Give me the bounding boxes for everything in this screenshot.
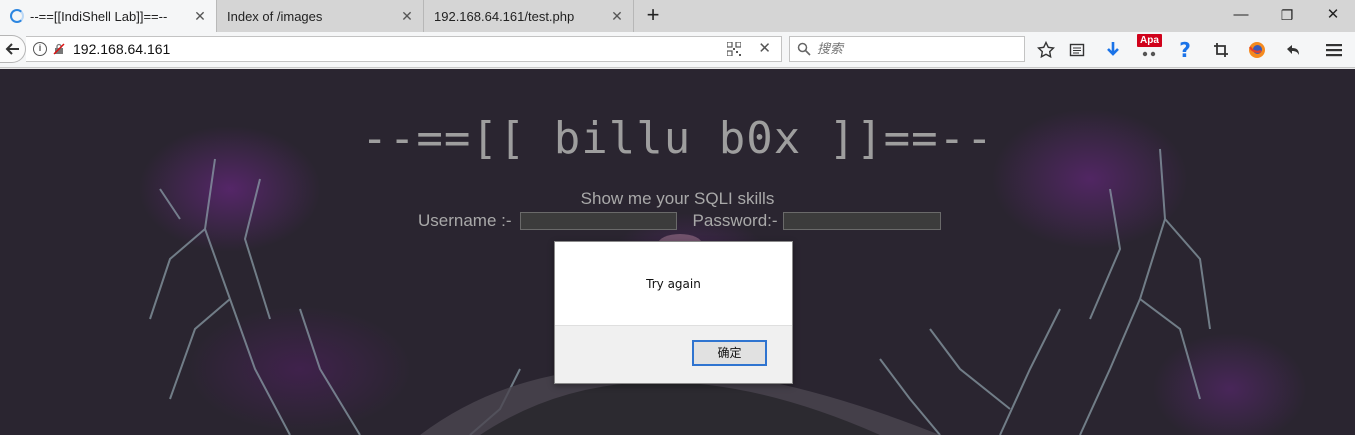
- close-window-button[interactable]: ✕: [1310, 0, 1355, 30]
- search-bar[interactable]: [789, 36, 1025, 62]
- bookmark-star-icon[interactable]: [1035, 39, 1057, 61]
- alert-message: Try again: [646, 277, 701, 291]
- username-label: Username :-: [418, 211, 512, 230]
- clear-url-icon[interactable]: ✕: [758, 39, 771, 57]
- back-button[interactable]: [0, 35, 26, 63]
- alert-dialog: Try again 确定: [554, 241, 793, 384]
- search-input[interactable]: [817, 41, 1007, 57]
- restore-button[interactable]: ❐: [1264, 0, 1310, 30]
- page-subtitle: Show me your SQLI skills: [580, 189, 775, 208]
- tab-test-php[interactable]: 192.168.64.161/test.php ✕: [424, 0, 634, 32]
- qr-code-icon[interactable]: [727, 42, 741, 56]
- loading-icon: [10, 9, 24, 23]
- undo-icon[interactable]: [1282, 39, 1304, 61]
- url-bar[interactable]: i 192.168.64.161 ✕: [26, 36, 782, 62]
- help-icon[interactable]: ?: [1174, 38, 1196, 62]
- menu-icon[interactable]: [1323, 39, 1345, 61]
- url-text: 192.168.64.161: [73, 41, 171, 57]
- close-tab-icon[interactable]: ✕: [192, 8, 208, 24]
- download-icon[interactable]: [1102, 39, 1124, 61]
- username-input[interactable]: [519, 212, 677, 230]
- search-icon: [797, 42, 811, 56]
- site-info-icon[interactable]: i: [33, 42, 47, 56]
- minimize-button[interactable]: —: [1218, 0, 1264, 30]
- tab-label: --==[[IndiShell Lab]]==--: [30, 8, 168, 24]
- insecure-lock-icon[interactable]: [53, 43, 65, 55]
- alert-footer: 确定: [555, 325, 792, 383]
- password-label: Password:-: [692, 211, 778, 230]
- crop-icon[interactable]: [1210, 39, 1232, 61]
- addon-badge: Apa: [1137, 34, 1162, 47]
- firefox-icon[interactable]: [1246, 39, 1268, 61]
- password-input[interactable]: [782, 212, 941, 230]
- login-form: Username :- Password:-: [418, 210, 941, 232]
- ok-button[interactable]: 确定: [692, 340, 767, 366]
- reading-list-icon[interactable]: [1066, 39, 1088, 61]
- tab-indishell[interactable]: --==[[IndiShell Lab]]==-- ✕: [0, 0, 217, 32]
- tab-strip: --==[[IndiShell Lab]]==-- ✕ Index of /im…: [0, 0, 1355, 32]
- close-tab-icon[interactable]: ✕: [399, 8, 415, 24]
- new-tab-button[interactable]: +: [640, 4, 666, 28]
- close-tab-icon[interactable]: ✕: [609, 8, 625, 24]
- tab-index-of-images[interactable]: Index of /images ✕: [217, 0, 424, 32]
- tab-label: Index of /images: [227, 8, 323, 24]
- tab-label: 192.168.64.161/test.php: [434, 8, 575, 24]
- back-arrow-icon: [5, 43, 19, 55]
- site-title: --==[[ billu b0x ]]==--: [361, 113, 994, 164]
